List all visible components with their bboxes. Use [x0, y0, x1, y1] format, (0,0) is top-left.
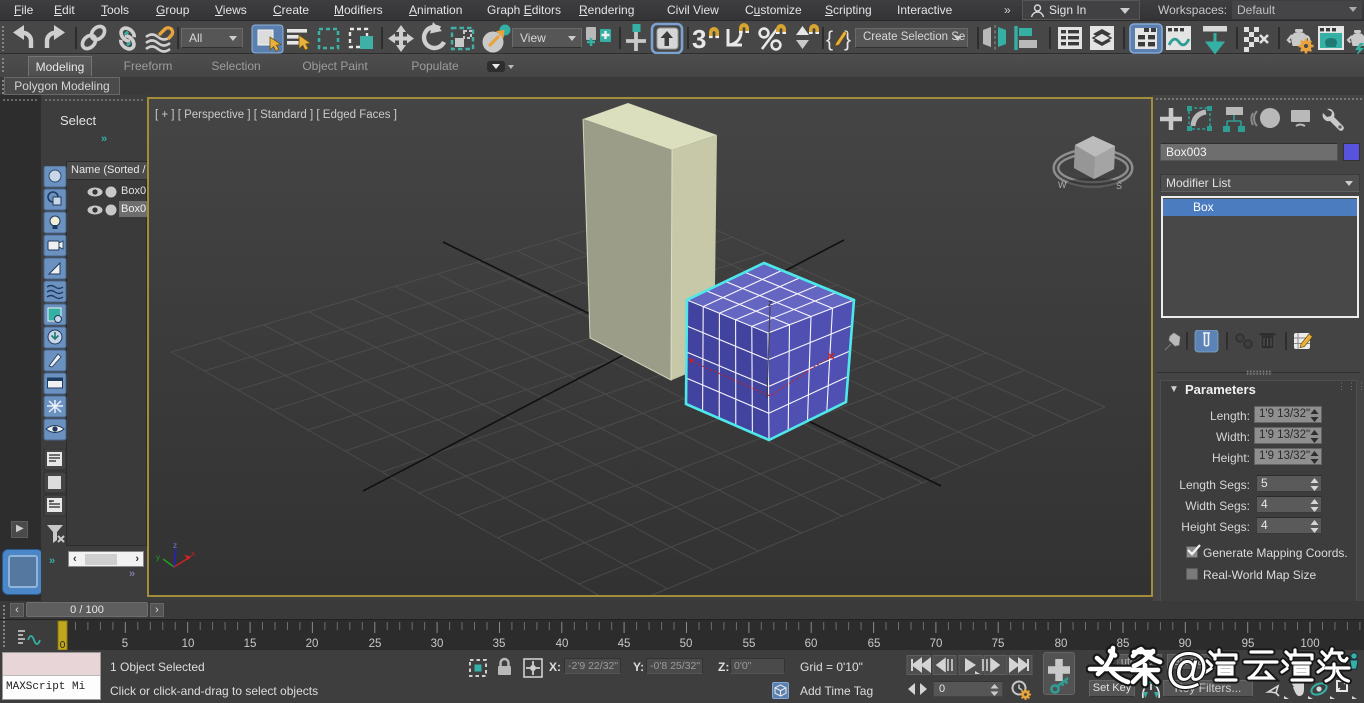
svg-text:x: x [191, 549, 195, 558]
svg-text:80: 80 [1055, 638, 1068, 650]
svg-text:65: 65 [868, 638, 881, 650]
svg-text:75: 75 [992, 638, 1005, 650]
svg-text:15: 15 [244, 638, 257, 650]
svg-text:60: 60 [805, 638, 818, 650]
svg-text:3: 3 [692, 24, 706, 54]
svg-text:45: 45 [618, 638, 631, 650]
svg-text:55: 55 [743, 638, 756, 650]
svg-text:5: 5 [122, 638, 128, 650]
svg-text:35: 35 [493, 638, 506, 650]
svg-text:@: @ [1166, 644, 1208, 692]
svg-text:50: 50 [680, 638, 693, 650]
svg-text:z: z [768, 298, 773, 308]
svg-text:y: y [156, 553, 160, 562]
svg-text:W: W [1058, 180, 1067, 190]
svg-text:40: 40 [556, 638, 569, 650]
svg-text:z: z [173, 541, 177, 550]
svg-text:20: 20 [306, 638, 319, 650]
svg-text:70: 70 [930, 638, 943, 650]
svg-text:S: S [1116, 181, 1122, 191]
svg-text:10: 10 [182, 638, 195, 650]
svg-text:{: { [826, 28, 833, 51]
svg-text:25: 25 [369, 638, 382, 650]
svg-text:30: 30 [431, 638, 444, 650]
